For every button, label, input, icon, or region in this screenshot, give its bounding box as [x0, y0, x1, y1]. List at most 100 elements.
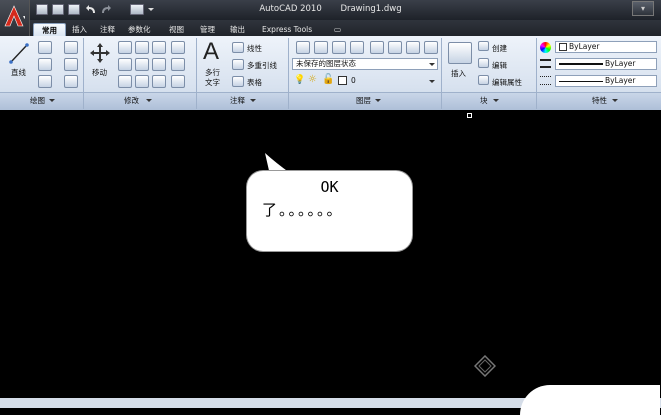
chevron-down-icon[interactable]: [493, 99, 499, 102]
trim-icon[interactable]: [135, 41, 149, 54]
stretch-icon[interactable]: [171, 58, 185, 71]
panel-title-draw[interactable]: 绘图: [30, 95, 45, 106]
linetype-icon[interactable]: [540, 76, 551, 85]
color-wheel-icon[interactable]: [540, 42, 551, 53]
sun-icon[interactable]: ☼: [308, 74, 317, 85]
multileader-label[interactable]: 多重引线: [247, 60, 277, 71]
linetype-value: ByLayer: [605, 76, 636, 85]
panel-divider: [288, 38, 289, 109]
tab-extra[interactable]: ▭: [326, 23, 349, 36]
polyline-icon[interactable]: [38, 41, 52, 54]
insert-label: 插入: [451, 69, 466, 78]
lineweight-value: ByLayer: [605, 59, 636, 68]
join-icon[interactable]: [171, 75, 185, 88]
layer-icon[interactable]: [406, 41, 420, 54]
create-block-icon[interactable]: [478, 41, 489, 51]
edit-attribute-icon[interactable]: [478, 75, 489, 85]
rectangle-icon[interactable]: [64, 58, 78, 71]
tab-annotate[interactable]: 注释: [92, 23, 123, 36]
chevron-down-icon[interactable]: [49, 99, 55, 102]
chevron-down-icon[interactable]: [429, 80, 435, 83]
tab-manage[interactable]: 管理: [192, 23, 223, 36]
chevron-down-icon[interactable]: [148, 8, 154, 11]
plot-icon[interactable]: [130, 4, 144, 15]
color-value: ByLayer: [569, 42, 600, 51]
lineweight-icon[interactable]: [540, 59, 551, 68]
layer-icon[interactable]: [332, 41, 346, 54]
spline-icon[interactable]: [64, 41, 78, 54]
layer-icon[interactable]: [314, 41, 328, 54]
open-file-icon[interactable]: [52, 4, 64, 15]
application-menu-button[interactable]: [0, 0, 30, 36]
hatch-icon[interactable]: [64, 75, 78, 88]
table-icon[interactable]: [232, 76, 244, 87]
copy-icon[interactable]: [171, 41, 185, 54]
undo-icon[interactable]: [85, 4, 97, 15]
tab-express-tools[interactable]: Express Tools: [254, 23, 320, 36]
chevron-down-icon[interactable]: [375, 99, 381, 102]
panel-divider: [196, 38, 197, 109]
arc-icon[interactable]: [38, 75, 52, 88]
edit-block-icon[interactable]: [478, 58, 489, 68]
scale-icon[interactable]: [118, 75, 132, 88]
move-icon[interactable]: [89, 42, 111, 64]
lineweight-dropdown[interactable]: ByLayer: [555, 58, 657, 70]
color-swatch: [559, 43, 567, 51]
navigation-compass-icon[interactable]: [474, 355, 496, 377]
tab-output[interactable]: 输出: [222, 23, 253, 36]
layer-state-dropdown[interactable]: 未保存的图层状态: [292, 58, 438, 70]
line-tool-icon[interactable]: [8, 41, 30, 65]
linear-dimension-icon[interactable]: [232, 42, 244, 53]
tab-home[interactable]: 常用: [33, 23, 66, 36]
panel-divider: [441, 38, 442, 109]
edit-attribute-label[interactable]: 编辑属性: [492, 77, 522, 88]
panel-title-layers[interactable]: 图层: [356, 95, 371, 106]
layer-properties-icon[interactable]: [296, 41, 310, 54]
new-file-icon[interactable]: [36, 4, 48, 15]
layer-color-swatch[interactable]: [338, 76, 347, 85]
save-icon[interactable]: [68, 4, 80, 15]
linear-label[interactable]: 线性: [247, 43, 262, 54]
tab-view[interactable]: 视图: [161, 23, 192, 36]
current-layer-name[interactable]: 0: [351, 76, 356, 85]
layer-icon[interactable]: [350, 41, 364, 54]
lock-icon[interactable]: 🔓: [322, 74, 334, 85]
tab-insert[interactable]: 插入: [64, 23, 95, 36]
panel-title-annotation[interactable]: 注释: [230, 95, 245, 106]
chevron-down-icon[interactable]: [429, 63, 435, 66]
tab-parametric[interactable]: 参数化: [120, 23, 159, 36]
mirror-icon[interactable]: [118, 58, 132, 71]
fillet-icon[interactable]: [135, 58, 149, 71]
redo-icon[interactable]: [100, 4, 112, 15]
circle-icon[interactable]: [38, 58, 52, 71]
layer-icon[interactable]: [424, 41, 438, 54]
panel-title-block[interactable]: 块: [480, 95, 488, 106]
bubble-text-line1: OK: [320, 178, 339, 196]
chevron-down-icon[interactable]: [612, 99, 618, 102]
edit-label[interactable]: 编辑: [492, 60, 507, 71]
linetype-sample: [559, 80, 603, 82]
watermark-shape: [520, 385, 660, 415]
multileader-icon[interactable]: [232, 59, 244, 70]
panel-title-properties[interactable]: 特性: [592, 95, 607, 106]
color-dropdown[interactable]: ByLayer: [555, 41, 657, 53]
insert-block-icon[interactable]: [448, 42, 472, 64]
create-label[interactable]: 创建: [492, 43, 507, 54]
offset-icon[interactable]: [152, 75, 166, 88]
explode-icon[interactable]: [152, 58, 166, 71]
drawing-canvas[interactable]: [0, 111, 661, 400]
chevron-down-icon[interactable]: [146, 99, 152, 102]
table-label[interactable]: 表格: [247, 77, 262, 88]
layer-icon[interactable]: [388, 41, 402, 54]
layer-icon[interactable]: [370, 41, 384, 54]
array-icon[interactable]: [135, 75, 149, 88]
title-dropdown-button[interactable]: ▾: [632, 1, 654, 16]
chevron-down-icon[interactable]: [250, 99, 256, 102]
panel-title-modify[interactable]: 修改: [124, 95, 139, 106]
erase-icon[interactable]: [152, 41, 166, 54]
canvas-marker: [467, 113, 472, 118]
linetype-dropdown[interactable]: ByLayer: [555, 75, 657, 87]
text-tool-icon[interactable]: A: [203, 38, 219, 66]
rotate-icon[interactable]: [118, 41, 132, 54]
lightbulb-icon[interactable]: 💡: [294, 75, 305, 85]
